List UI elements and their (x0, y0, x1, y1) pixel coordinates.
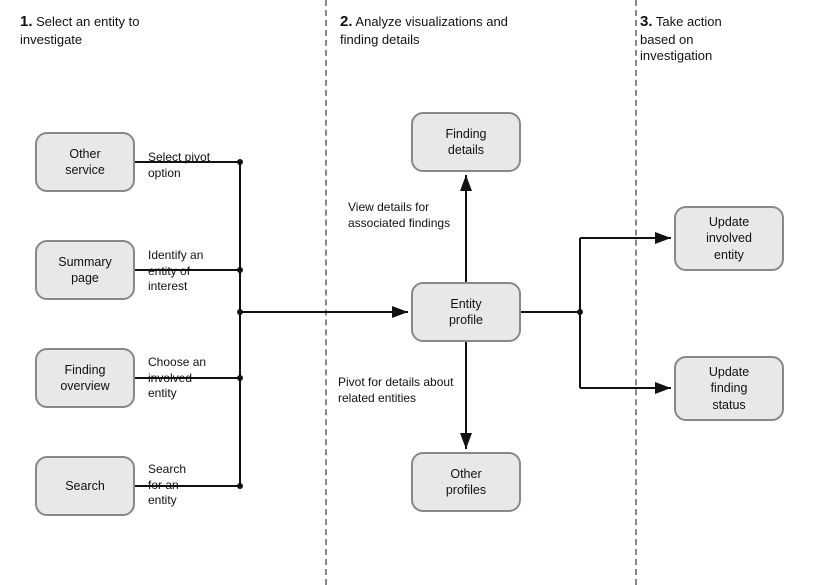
other-profiles-box: Otherprofiles (411, 452, 521, 512)
identify-entity-label: Identify anentity ofinterest (148, 248, 203, 295)
entity-profile-label: Entityprofile (449, 296, 483, 329)
finding-overview-box: Findingoverview (35, 348, 135, 408)
view-details-label: View details forassociated findings (348, 200, 450, 231)
step1-number: 1. (20, 13, 33, 30)
summary-page-label: Summarypage (58, 254, 111, 287)
divider-2 (635, 0, 637, 585)
finding-details-label: Findingdetails (446, 126, 487, 159)
search-box: Search (35, 456, 135, 516)
update-finding-status-box: Updatefindingstatus (674, 356, 784, 421)
step2-description: Analyze visualizations andfinding detail… (340, 14, 508, 47)
other-service-label: Otherservice (65, 146, 105, 179)
step2-number: 2. (340, 13, 353, 30)
step1-header: 1. Select an entity toinvestigate (20, 12, 180, 48)
step1-description: Select an entity toinvestigate (20, 14, 139, 47)
finding-details-box: Findingdetails (411, 112, 521, 172)
select-pivot-label: Select pivotoption (148, 150, 210, 181)
divider-1 (325, 0, 327, 585)
update-involved-entity-box: Updateinvolvedentity (674, 206, 784, 271)
search-label: Search (65, 478, 105, 494)
entity-profile-box: Entityprofile (411, 282, 521, 342)
pivot-details-label: Pivot for details aboutrelated entities (338, 375, 453, 406)
step2-header: 2. Analyze visualizations andfinding det… (340, 12, 540, 48)
finding-overview-label: Findingoverview (60, 362, 109, 395)
step3-number: 3. (640, 13, 653, 30)
update-finding-status-label: Updatefindingstatus (709, 364, 749, 413)
step3-header: 3. Take actionbased oninvestigation (640, 12, 790, 65)
step3-description: Take actionbased oninvestigation (640, 14, 722, 63)
search-entity-label: Searchfor anentity (148, 462, 186, 509)
summary-page-box: Summarypage (35, 240, 135, 300)
diagram: 1. Select an entity toinvestigate 2. Ana… (0, 0, 831, 585)
update-involved-entity-label: Updateinvolvedentity (706, 214, 752, 263)
other-service-box: Otherservice (35, 132, 135, 192)
choose-involved-label: Choose aninvolvedentity (148, 355, 206, 402)
other-profiles-label: Otherprofiles (446, 466, 486, 499)
